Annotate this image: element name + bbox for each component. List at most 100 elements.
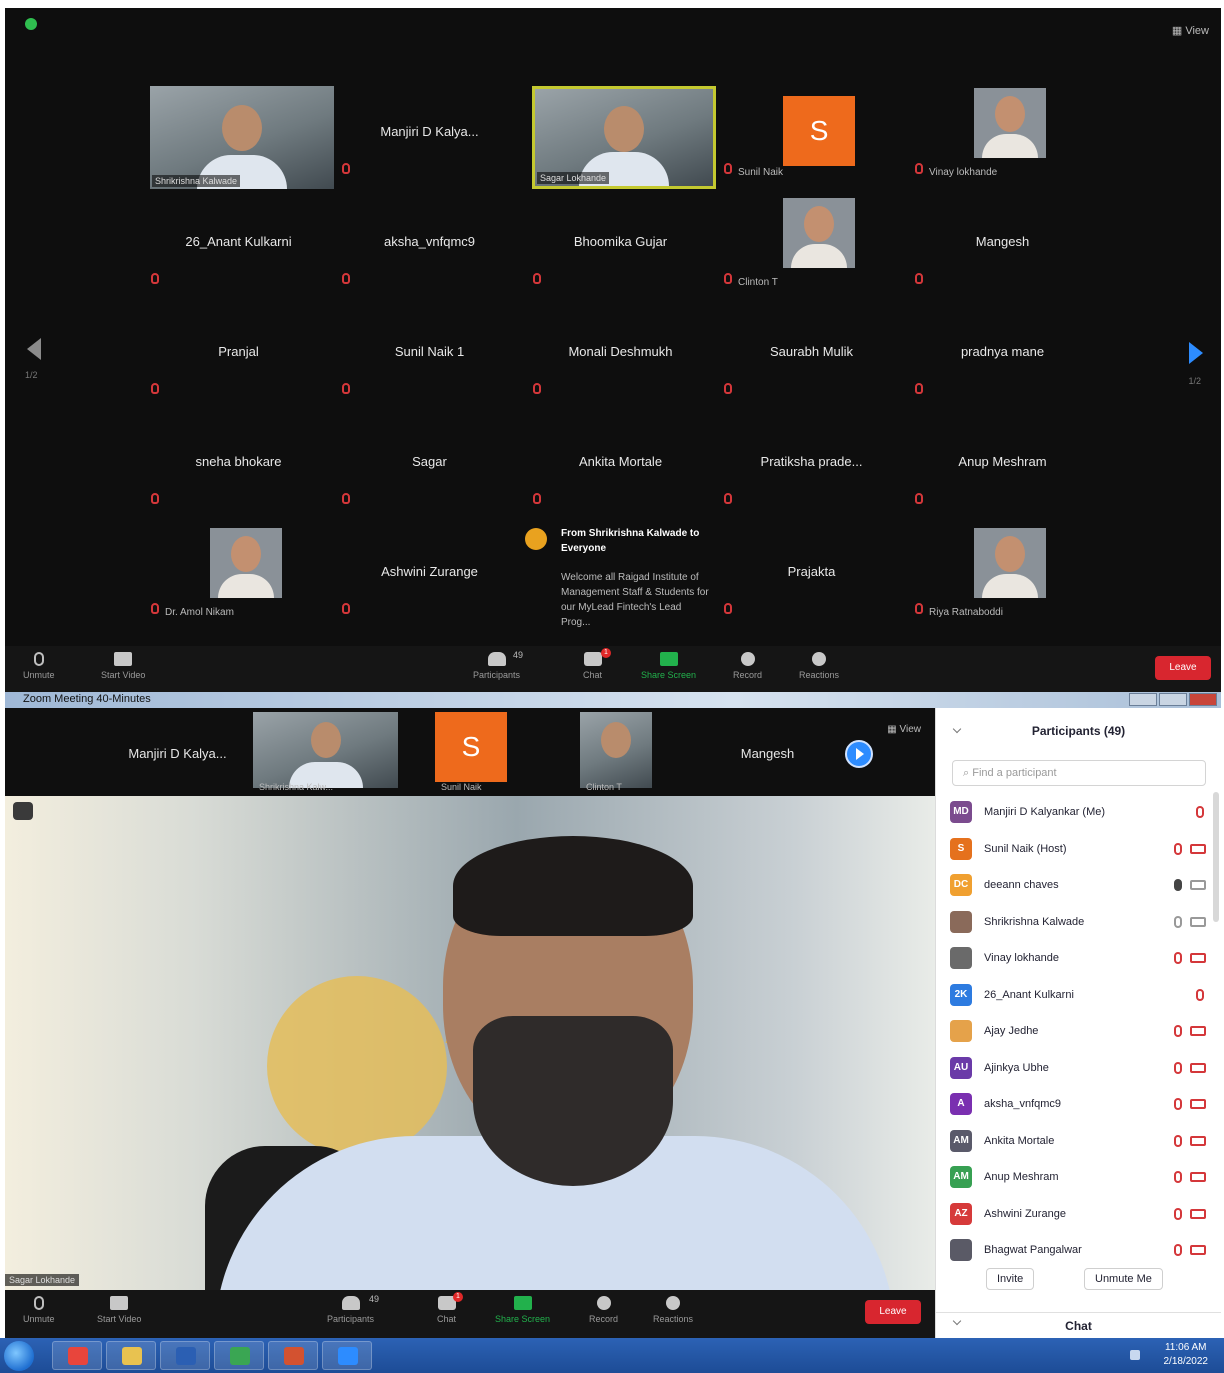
mic-muted-icon[interactable] — [1174, 1061, 1182, 1074]
taskbar-app-chrome[interactable] — [52, 1341, 102, 1370]
start-button[interactable] — [4, 1341, 34, 1371]
participant-search-input[interactable]: ⌕ Find a participant — [952, 760, 1206, 786]
mic-muted-icon[interactable] — [1174, 1244, 1182, 1256]
mic-muted-icon[interactable] — [1174, 1025, 1182, 1037]
video-off-icon[interactable] — [1190, 880, 1206, 890]
participant-row[interactable]: AU Ajinkya Ubhe — [950, 1052, 1212, 1089]
chat-button[interactable]: Chat — [583, 652, 602, 680]
next-page-arrow-icon[interactable] — [1189, 342, 1203, 364]
prev-page-arrow-icon[interactable] — [27, 338, 41, 360]
participant-row[interactable]: S Sunil Naik (Host) — [950, 833, 1212, 870]
maximize-button[interactable] — [1159, 693, 1187, 706]
chat-notification-popup[interactable]: From Shrikrishna Kalwade to Everyone Welc… — [525, 518, 716, 628]
participant-tile[interactable]: Dr. Amol Nikam — [143, 518, 334, 628]
mic-muted-icon[interactable] — [1174, 1207, 1182, 1220]
participant-tile[interactable]: Sagar — [334, 408, 525, 518]
strip-next-arrow-icon[interactable] — [845, 740, 873, 768]
video-off-icon[interactable] — [1190, 1062, 1206, 1073]
participant-tile[interactable]: Prajakta — [716, 518, 907, 628]
participants-scrollbar[interactable] — [1213, 792, 1219, 922]
participant-tile[interactable]: Pratiksha prade... — [716, 408, 907, 518]
invite-button[interactable]: Invite — [986, 1268, 1035, 1290]
participant-row[interactable]: Ajay Jedhe — [950, 1015, 1212, 1052]
unmute-button-2[interactable]: Unmute — [23, 1296, 55, 1324]
participant-tile[interactable]: Saurabh Mulik — [716, 298, 907, 408]
participant-tile[interactable]: Clinton T — [716, 188, 907, 298]
strip-participant-tile[interactable]: Manjiri D Kalya... — [105, 712, 250, 792]
video-off-icon[interactable] — [1190, 1245, 1206, 1255]
minimize-button[interactable] — [1129, 693, 1157, 706]
video-off-icon[interactable] — [1190, 953, 1206, 963]
start-video-button-2[interactable]: Start Video — [97, 1296, 141, 1324]
participant-row[interactable]: AZ Ashwini Zurange — [950, 1198, 1212, 1235]
participant-tile[interactable]: Shrikrishna Kalwade — [143, 78, 334, 189]
participant-tile[interactable]: Bhoomika Gujar — [525, 188, 716, 298]
record-button-2[interactable]: Record — [589, 1296, 618, 1324]
unmute-me-button[interactable]: Unmute Me — [1084, 1268, 1163, 1290]
video-off-icon[interactable] — [1190, 1172, 1206, 1182]
participant-tile[interactable]: Vinay lokhande — [907, 78, 1098, 188]
speaker-options-icon[interactable] — [13, 802, 33, 820]
video-off-icon[interactable] — [1190, 1208, 1206, 1219]
mic-muted-icon[interactable] — [1174, 842, 1182, 855]
share-screen-button[interactable]: Share Screen — [641, 652, 696, 680]
participant-tile[interactable]: Pranjal — [143, 298, 334, 408]
taskbar-app-zoom[interactable] — [322, 1341, 372, 1370]
participant-tile[interactable]: Manjiri D Kalya... — [334, 78, 525, 188]
participant-tile[interactable]: Ankita Mortale — [525, 408, 716, 518]
strip-participant-tile[interactable]: S Sunil Naik — [435, 712, 580, 792]
video-off-icon[interactable] — [1190, 843, 1206, 854]
participant-row[interactable]: Bhagwat Pangalwar — [950, 1234, 1212, 1271]
mic-muted-icon[interactable] — [1174, 1098, 1182, 1110]
start-video-button[interactable]: Start Video — [101, 652, 145, 680]
leave-button-2[interactable]: Leave — [865, 1300, 921, 1324]
mic-muted-icon[interactable] — [1174, 952, 1182, 964]
participant-row[interactable]: Vinay lokhande — [950, 942, 1212, 979]
strip-participant-tile[interactable]: Mangesh — [695, 712, 840, 792]
participants-button-2[interactable]: Participants — [327, 1296, 374, 1324]
participant-tile[interactable]: pradnya mane — [907, 298, 1098, 408]
participant-row[interactable]: 2K 26_Anant Kulkarni — [950, 979, 1212, 1016]
participant-tile[interactable]: S Sunil Naik — [716, 78, 907, 188]
mic-muted-icon[interactable] — [1174, 1171, 1182, 1183]
participant-row[interactable]: Aaksha_vnfqmc9 — [950, 1088, 1212, 1125]
view-button-strip[interactable]: ▦ View — [887, 724, 921, 735]
participant-row[interactable]: AM Anup Meshram — [950, 1161, 1212, 1198]
taskbar-app-chrome-2[interactable] — [214, 1341, 264, 1370]
participant-tile[interactable]: Sagar Lokhande — [525, 78, 716, 189]
participant-tile[interactable]: aksha_vnfqmc9 — [334, 188, 525, 298]
video-off-icon[interactable] — [1190, 916, 1206, 927]
participant-tile[interactable]: Riya Ratnaboddi — [907, 518, 1098, 628]
taskbar-app-explorer[interactable] — [106, 1341, 156, 1370]
participant-tile[interactable]: Mangesh — [907, 188, 1098, 298]
unmute-button[interactable]: Unmute — [23, 652, 55, 680]
reactions-button[interactable]: Reactions — [799, 652, 839, 680]
strip-participant-tile[interactable]: Shrikrishna Kalw... — [253, 712, 398, 792]
clock[interactable]: 11:06 AM 2/18/2022 — [1164, 1341, 1209, 1369]
participant-row[interactable]: AM Ankita Mortale — [950, 1125, 1212, 1162]
taskbar-app-word[interactable] — [160, 1341, 210, 1370]
reactions-button-2[interactable]: Reactions — [653, 1296, 693, 1324]
view-button[interactable]: ▦ View — [1172, 24, 1209, 37]
mic-muted-icon[interactable] — [1196, 988, 1204, 1001]
mic-muted-icon[interactable] — [1196, 806, 1204, 818]
mic-muted-icon[interactable] — [1174, 915, 1182, 928]
record-button[interactable]: Record — [733, 652, 762, 680]
share-screen-button-2[interactable]: Share Screen — [495, 1296, 550, 1324]
mic-muted-icon[interactable] — [1174, 1134, 1182, 1147]
video-off-icon[interactable] — [1190, 1099, 1206, 1109]
chat-title[interactable]: Chat — [936, 1312, 1221, 1338]
participant-tile[interactable]: 26_Anant Kulkarni — [143, 188, 334, 298]
participant-row[interactable]: MD Manjiri D Kalyankar (Me) — [950, 796, 1212, 833]
close-button[interactable] — [1189, 693, 1217, 706]
mic-on-icon[interactable] — [1174, 879, 1182, 891]
tray-network-icon[interactable] — [1130, 1350, 1140, 1360]
participant-tile[interactable]: Ashwini Zurange — [334, 518, 525, 628]
video-off-icon[interactable] — [1190, 1026, 1206, 1036]
leave-button[interactable]: Leave — [1155, 656, 1211, 680]
participant-tile[interactable]: sneha bhokare — [143, 408, 334, 518]
participant-row[interactable]: Shrikrishna Kalwade — [950, 906, 1212, 943]
participant-row[interactable]: DC deeann chaves — [950, 869, 1212, 906]
participant-tile[interactable]: Monali Deshmukh — [525, 298, 716, 408]
video-off-icon[interactable] — [1190, 1135, 1206, 1146]
